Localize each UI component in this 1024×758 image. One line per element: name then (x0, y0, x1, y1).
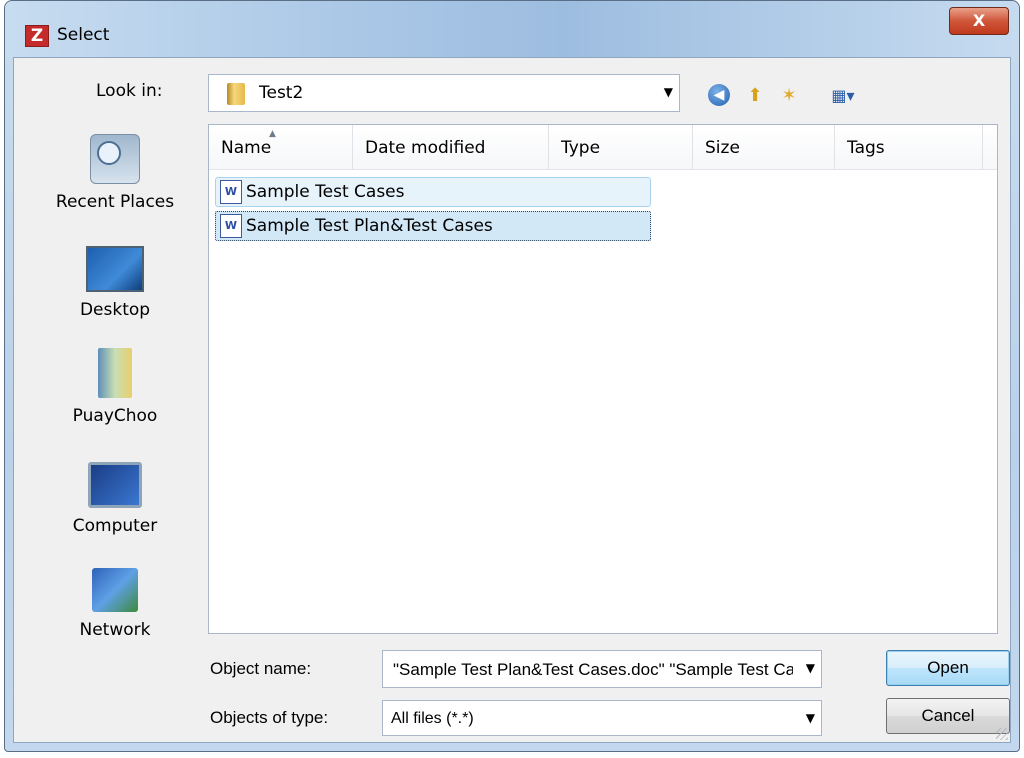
recent-places-icon (90, 134, 140, 184)
new-folder-icon[interactable]: ✶ (776, 82, 802, 108)
views-icon[interactable]: ▦▾ (822, 82, 864, 108)
place-label: Network (79, 620, 151, 640)
cancel-button[interactable]: Cancel (886, 698, 1010, 734)
column-header-size[interactable]: Size (693, 125, 835, 169)
objects-of-type-label: Objects of type: (210, 708, 329, 727)
file-name: Sample Test Plan&Test Cases (246, 216, 493, 236)
word-doc-icon: W (220, 180, 242, 204)
column-header-tags[interactable]: Tags (835, 125, 983, 169)
place-label: Computer (72, 516, 158, 536)
places-bar: Recent Places Desktop PuayChoo Computer … (26, 122, 204, 640)
object-name-label: Object name: (210, 659, 312, 678)
list-header: ▲ Name Date modified Type Size Tags (209, 125, 997, 170)
place-label: Desktop (79, 300, 151, 320)
column-label: Name (221, 138, 272, 158)
app-icon: Z (25, 25, 49, 47)
up-folder-icon[interactable]: ⬆ (742, 82, 768, 108)
look-in-label: Look in: (96, 81, 163, 101)
user-folder-icon (98, 348, 132, 398)
column-header-type[interactable]: Type (549, 125, 693, 169)
objects-of-type-dropdown[interactable]: All files (*.*) ▼ (382, 700, 822, 736)
file-list[interactable]: ▲ Name Date modified Type Size Tags W Sa… (208, 124, 998, 634)
object-name-value: "Sample Test Plan&Test Cases.doc" "Sampl… (393, 660, 793, 679)
network-icon (92, 568, 138, 612)
column-header-date-modified[interactable]: Date modified (353, 125, 549, 169)
chevron-down-icon[interactable]: ▼ (664, 85, 673, 99)
folder-icon (227, 83, 245, 105)
place-label: PuayChoo (72, 406, 158, 426)
chevron-down-icon[interactable]: ▼ (806, 661, 815, 675)
dialog-body: Look in: Test2 ▼ ◀ ⬆ ✶ ▦▾ Recent Places … (13, 57, 1011, 743)
objects-of-type-value: All files (*.*) (391, 710, 474, 727)
window-title: Select (57, 25, 110, 45)
title-bar: Z Select X (5, 1, 1019, 57)
place-computer[interactable]: Computer (26, 462, 204, 536)
place-puaychoo[interactable]: PuayChoo (26, 348, 204, 426)
look-in-dropdown[interactable]: Test2 ▼ (208, 74, 680, 112)
look-in-value: Test2 (259, 83, 304, 103)
chevron-down-icon[interactable]: ▼ (806, 711, 815, 725)
sort-ascending-icon: ▲ (269, 129, 276, 139)
object-name-input[interactable]: "Sample Test Plan&Test Cases.doc" "Sampl… (382, 650, 822, 688)
file-name: Sample Test Cases (246, 182, 405, 202)
word-doc-icon: W (220, 214, 242, 238)
place-recent-places[interactable]: Recent Places (26, 134, 204, 212)
close-button[interactable]: X (949, 7, 1009, 35)
computer-icon (88, 462, 142, 508)
resize-grip[interactable] (996, 728, 1008, 740)
list-item[interactable]: W Sample Test Cases (215, 177, 651, 207)
place-desktop[interactable]: Desktop (26, 246, 204, 320)
place-network[interactable]: Network (26, 568, 204, 640)
back-icon[interactable]: ◀ (706, 82, 732, 108)
open-button[interactable]: Open (886, 650, 1010, 686)
select-dialog: Z Select X Look in: Test2 ▼ ◀ ⬆ ✶ ▦▾ Rec… (4, 0, 1020, 752)
list-item[interactable]: W Sample Test Plan&Test Cases (215, 211, 651, 241)
place-label: Recent Places (55, 192, 175, 212)
desktop-icon (86, 246, 144, 292)
column-header-name[interactable]: ▲ Name (209, 125, 353, 169)
